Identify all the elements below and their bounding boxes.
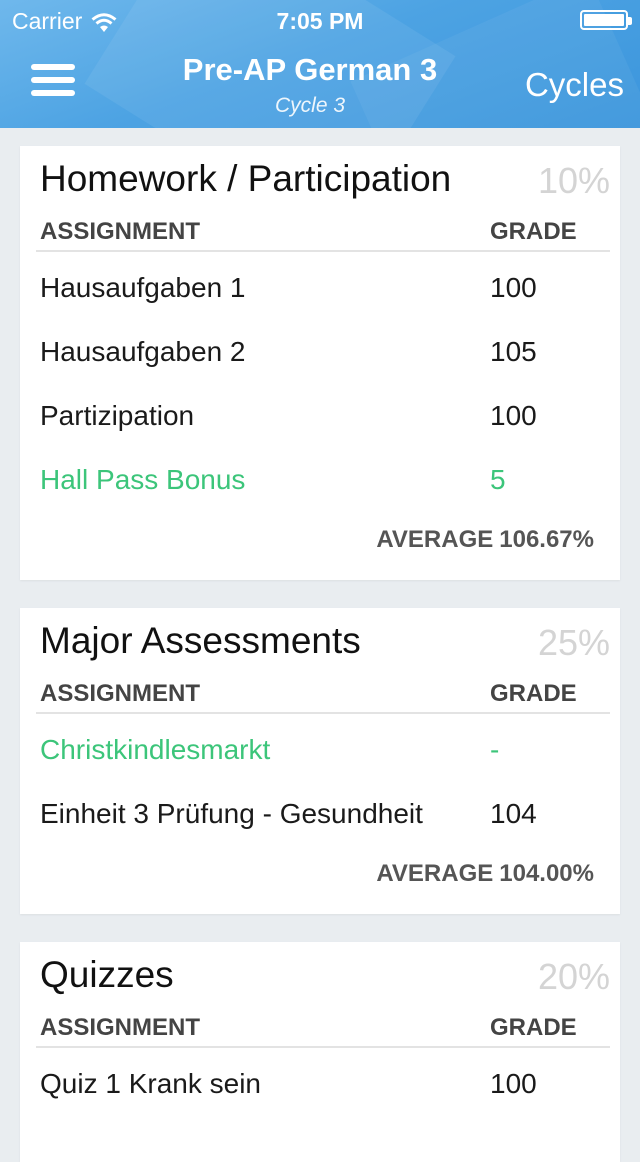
category-title: Major Assessments <box>40 620 361 661</box>
category-average: AVERAGE 104.00% <box>376 860 594 888</box>
assignment-grade: - <box>490 734 500 765</box>
grade-column-header: GRADE <box>490 218 577 245</box>
assignment-name: Hausaufgaben 1 <box>40 272 246 303</box>
assignment-column-header: ASSIGNMENT <box>40 1014 201 1041</box>
assignment-grade: 105 <box>490 336 537 367</box>
category-card-homework: Homework / Participation 10% ASSIGNMENT … <box>20 146 620 580</box>
average-value: 104.00% <box>499 860 594 887</box>
category-average: AVERAGE 106.67% <box>376 526 594 554</box>
grade-column-header: GRADE <box>490 680 577 707</box>
assignment-name: Hall Pass Bonus <box>40 464 246 495</box>
assignment-row[interactable]: Einheit 3 Prüfung - Gesundheit 104 <box>20 778 620 842</box>
status-bar: Carrier 7:05 PM <box>0 0 640 40</box>
average-label: AVERAGE <box>376 860 494 887</box>
category-title: Homework / Participation <box>40 158 452 199</box>
grade-column-header: GRADE <box>490 1014 577 1041</box>
assignment-name: Quiz 1 Krank sein <box>40 1068 261 1099</box>
status-time: 7:05 PM <box>276 8 364 34</box>
category-weight: 10% <box>537 160 610 201</box>
cycles-button[interactable]: Cycles <box>525 66 624 104</box>
assignment-row[interactable]: Hausaufgaben 1 100 <box>20 252 620 316</box>
category-title: Quizzes <box>40 954 174 995</box>
assignment-column-header: ASSIGNMENT <box>40 680 201 707</box>
category-card-quizzes: Quizzes 20% ASSIGNMENT GRADE Quiz 1 Kran… <box>20 942 620 1162</box>
assignment-grade: 5 <box>490 464 506 495</box>
assignment-grade: 100 <box>490 1068 537 1099</box>
assignment-row[interactable]: Quiz 1 Krank sein 100 <box>20 1048 620 1112</box>
navigation-header: Carrier 7:05 PM Pre-AP German 3 Cycle 3 … <box>0 0 640 128</box>
assignment-row[interactable]: Hausaufgaben 2 105 <box>20 316 620 380</box>
assignment-grade: 100 <box>490 400 537 431</box>
assignment-grade: 104 <box>490 798 537 829</box>
average-label: AVERAGE <box>376 526 494 553</box>
battery-icon <box>580 10 632 30</box>
assignment-name: Christkindlesmarkt <box>40 734 271 765</box>
assignment-row[interactable]: Partizipation 100 <box>20 380 620 444</box>
assignment-row-extra-credit[interactable]: Hall Pass Bonus 5 <box>20 444 620 508</box>
category-weight: 25% <box>537 622 610 663</box>
category-weight: 20% <box>537 956 610 997</box>
assignment-name: Einheit 3 Prüfung - Gesundheit <box>40 798 423 829</box>
assignment-column-header: ASSIGNMENT <box>40 218 201 245</box>
assignment-grade: 100 <box>490 272 537 303</box>
average-value: 106.67% <box>499 526 594 553</box>
assignment-row-ungraded[interactable]: Christkindlesmarkt - <box>20 714 620 778</box>
category-card-major-assessments: Major Assessments 25% ASSIGNMENT GRADE C… <box>20 608 620 914</box>
assignment-name: Partizipation <box>40 400 195 431</box>
assignment-name: Hausaufgaben 2 <box>40 336 246 367</box>
